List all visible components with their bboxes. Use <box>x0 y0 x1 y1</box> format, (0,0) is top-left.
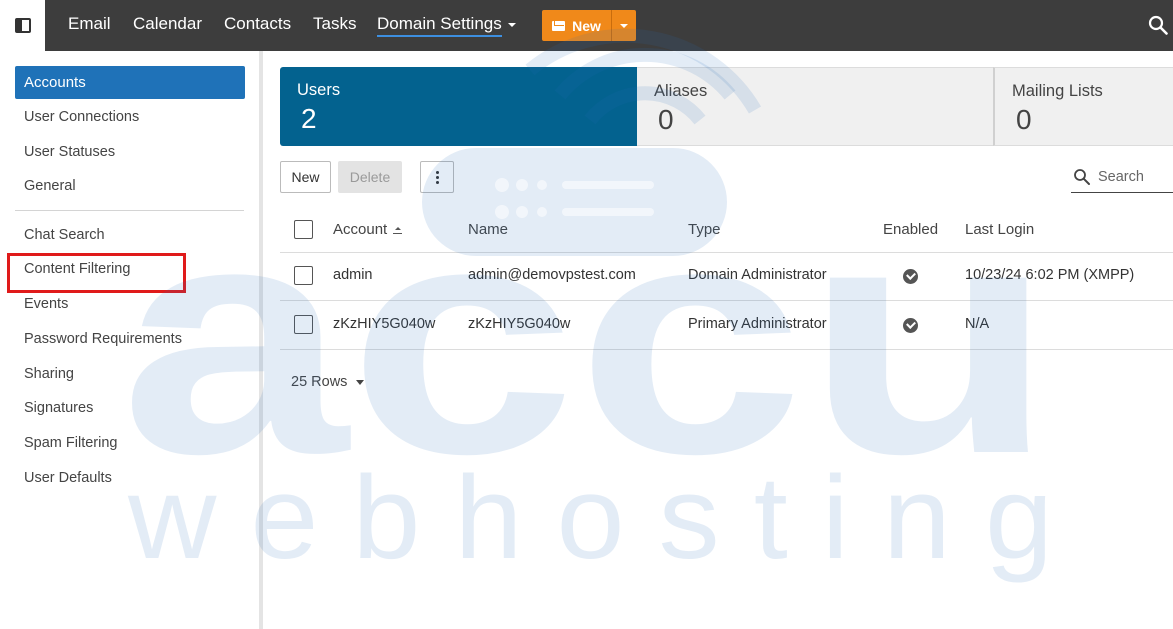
nav-contacts[interactable]: Contacts <box>224 14 291 34</box>
new-dropdown-toggle[interactable] <box>611 10 636 41</box>
sidebar-splitter[interactable] <box>259 51 263 629</box>
stat-card-aliases[interactable]: Aliases 0 <box>637 67 993 146</box>
sidebar-item-signatures[interactable]: Signatures <box>24 400 93 416</box>
highlight-annotation-box <box>7 253 186 293</box>
row-checkbox[interactable] <box>294 266 313 285</box>
table-divider <box>280 349 1173 350</box>
sidebar-toggle-button[interactable] <box>0 0 45 51</box>
new-item-button[interactable]: New <box>542 10 636 41</box>
cell-type: Primary Administrator <box>688 316 827 332</box>
sidebar-item-spam-filtering[interactable]: Spam Filtering <box>24 435 117 451</box>
chevron-down-icon <box>620 23 628 28</box>
more-vertical-icon <box>435 170 439 184</box>
column-header-type[interactable]: Type <box>688 221 721 238</box>
select-all-checkbox[interactable] <box>294 220 313 239</box>
new-button-label: New <box>572 17 601 34</box>
nav-calendar[interactable]: Calendar <box>133 14 202 34</box>
envelope-icon <box>552 20 566 31</box>
sidebar-item-user-statuses[interactable]: User Statuses <box>24 144 115 160</box>
sidebar-item-events[interactable]: Events <box>24 296 68 312</box>
watermark-tagline: w e b h o s t i n g <box>127 452 1053 584</box>
chevron-down-icon <box>356 379 365 385</box>
stat-value: 0 <box>1016 104 1032 135</box>
table-divider <box>280 252 1173 253</box>
search-icon <box>1074 169 1090 185</box>
sidebar-toggle-icon <box>14 18 31 33</box>
cell-type: Domain Administrator <box>688 267 827 283</box>
stat-card-mailing-lists[interactable]: Mailing Lists 0 <box>993 67 1173 146</box>
search-input[interactable] <box>1098 167 1173 187</box>
sidebar-divider <box>15 210 244 211</box>
sidebar-item-accounts[interactable]: Accounts <box>15 66 245 99</box>
sort-ascending-icon <box>393 227 403 235</box>
cell-name: zKzHIY5G040w <box>468 316 571 332</box>
rows-per-page-label: 25 Rows <box>291 374 348 390</box>
nav-domain-settings[interactable]: Domain Settings <box>377 14 502 37</box>
column-header-label: Account <box>333 221 388 238</box>
sidebar-item-label: Accounts <box>24 74 86 91</box>
search-field[interactable] <box>1071 160 1173 193</box>
sidebar-item-sharing[interactable]: Sharing <box>24 366 74 382</box>
sidebar-item-user-defaults[interactable]: User Defaults <box>24 470 112 486</box>
new-user-button[interactable]: New <box>280 161 331 193</box>
column-header-last-login[interactable]: Last Login <box>965 221 1034 238</box>
cell-name: admin@demovpstest.com <box>468 267 636 283</box>
sidebar-item-password-requirements[interactable]: Password Requirements <box>24 331 182 347</box>
cell-account[interactable]: admin <box>333 267 373 283</box>
search-icon[interactable] <box>1148 15 1168 35</box>
stat-value: 2 <box>301 103 317 134</box>
cell-last-login: 10/23/24 6:02 PM (XMPP) <box>965 267 1135 283</box>
new-button-main[interactable]: New <box>542 10 611 41</box>
delete-button[interactable]: Delete <box>338 161 402 193</box>
chevron-down-icon[interactable] <box>508 23 516 27</box>
nav-email[interactable]: Email <box>68 14 111 34</box>
column-header-enabled[interactable]: Enabled <box>883 221 938 238</box>
sidebar-item-general[interactable]: General <box>24 178 76 194</box>
check-circle-icon <box>903 269 918 284</box>
table-divider <box>280 300 1173 301</box>
stat-card-users[interactable]: Users 2 <box>280 67 637 146</box>
more-actions-button[interactable] <box>420 161 454 193</box>
sidebar-item-user-connections[interactable]: User Connections <box>24 109 139 125</box>
column-header-name[interactable]: Name <box>468 221 508 238</box>
check-circle-icon <box>903 318 918 333</box>
column-header-account[interactable]: Account <box>333 221 403 238</box>
top-nav-bar: Email Calendar Contacts Tasks Domain Set… <box>0 0 1173 51</box>
cell-last-login: N/A <box>965 316 990 332</box>
stat-value: 0 <box>658 104 674 135</box>
rows-per-page-select[interactable]: 25 Rows <box>291 374 365 390</box>
nav-tasks[interactable]: Tasks <box>313 14 356 34</box>
stat-label: Aliases <box>654 82 708 100</box>
sidebar-item-chat-search[interactable]: Chat Search <box>24 227 105 243</box>
stat-label: Users <box>297 81 341 99</box>
stat-label: Mailing Lists <box>1012 82 1103 100</box>
row-checkbox[interactable] <box>294 315 313 334</box>
cell-account[interactable]: zKzHIY5G040w <box>333 316 435 332</box>
